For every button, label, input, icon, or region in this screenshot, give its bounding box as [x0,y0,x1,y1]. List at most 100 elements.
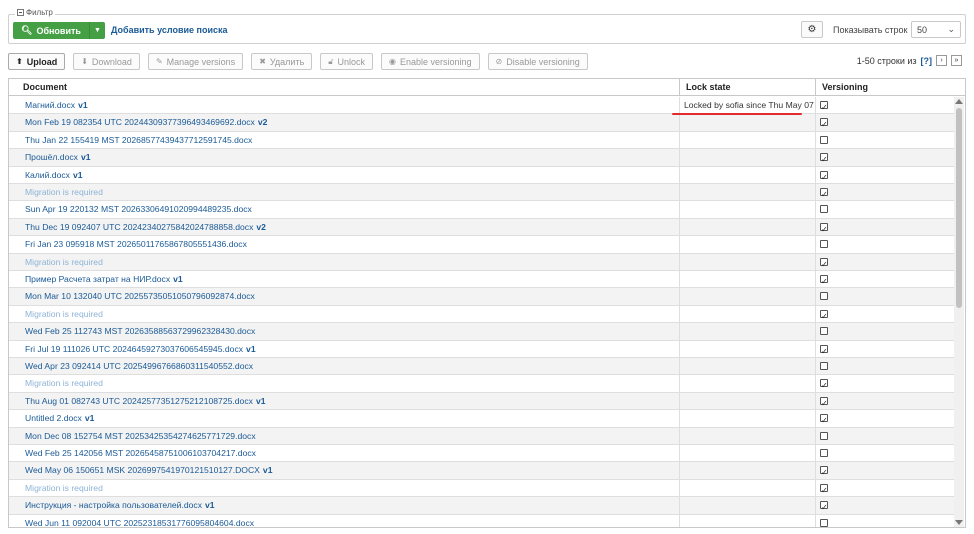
version-badge[interactable]: v1 [73,170,83,180]
table-row[interactable]: Прошёл.docx v1 [9,149,955,167]
document-name-link[interactable]: Wed Jun 11 092004 UTC 202523185317760958… [25,518,254,527]
versioning-checkbox[interactable] [820,377,828,392]
versioning-checkbox[interactable] [820,343,828,358]
document-name-link[interactable]: Mon Mar 10 132040 UTC 202557350510507960… [25,291,255,301]
versioning-checkbox[interactable] [820,292,828,301]
document-cell[interactable]: Wed Feb 25 112743 MST 202635885637299623… [25,323,675,340]
versioning-checkbox[interactable] [820,221,828,236]
document-name-link[interactable]: Sun Apr 19 220132 MST 202633064910209944… [25,204,252,214]
document-cell[interactable]: Thu Aug 01 082743 UTC 202425773512752121… [25,393,675,410]
table-row[interactable]: Migration is required [9,375,955,393]
versioning-checkbox[interactable] [820,116,828,131]
versioning-checkbox[interactable] [820,431,828,440]
table-row[interactable]: Wed Feb 25 112743 MST 202635885637299623… [9,323,955,341]
refresh-button[interactable]: 🔍︎ Обновить [13,22,90,39]
delete-button[interactable]: ✖ Удалить [251,53,313,70]
table-row[interactable]: Mon Feb 19 082354 UTC 202443093773964934… [9,114,955,132]
versioning-checkbox[interactable] [820,482,828,497]
versioning-checkbox[interactable] [820,273,828,288]
chevron-down-icon[interactable]: ▼ [89,22,105,39]
unlock-button[interactable]: 🔓︎ Unlock [320,53,373,70]
table-row[interactable]: Калий.docx v1 [9,166,955,184]
table-row[interactable]: Thu Dec 19 092407 UTC 202423402758420247… [9,218,955,237]
document-cell[interactable]: Migration is required [25,254,675,271]
document-name-link[interactable]: Wed Feb 25 142056 MST 202654587510061037… [25,448,256,458]
table-row[interactable]: Migration is required [9,305,955,324]
document-cell[interactable]: Калий.docx v1 [25,167,675,184]
document-cell[interactable]: Прошёл.docx v1 [25,149,675,166]
versioning-checkbox[interactable] [820,169,828,184]
version-badge[interactable]: v2 [256,222,266,232]
document-name-link[interactable]: Mon Feb 19 082354 UTC 202443093773964934… [25,117,255,127]
help-link[interactable]: [?] [921,56,933,66]
versioning-checkbox[interactable] [820,308,828,323]
document-name-link[interactable]: Thu Jan 22 155419 MST 202685774394377125… [25,135,252,145]
version-badge[interactable]: v1 [263,465,273,475]
document-cell[interactable]: Untitled 2.docx v1 [25,410,675,427]
versioning-checkbox[interactable] [820,499,828,514]
document-name-link[interactable]: Untitled 2.docx [25,413,82,423]
document-name-link[interactable]: Migration is required [25,483,103,493]
version-badge[interactable]: v1 [173,274,183,284]
next-page-button[interactable]: › [936,55,947,66]
versioning-checkbox[interactable] [820,327,828,336]
document-name-link[interactable]: Thu Aug 01 082743 UTC 202425773512752121… [25,396,253,406]
document-cell[interactable]: Wed May 06 150651 MSK 202699754197012151… [25,462,675,479]
versioning-checkbox[interactable] [820,99,828,114]
rows-per-page-select[interactable]: 50 ⌄ [911,21,961,38]
document-cell[interactable]: Thu Dec 19 092407 UTC 202423402758420247… [25,219,675,236]
table-row[interactable]: Wed Apr 23 092414 UTC 202549967668603115… [9,358,955,376]
last-page-button[interactable]: » [951,55,962,66]
table-row[interactable]: Магний.docx v1 Locked by sofia since Thu M… [9,97,955,115]
document-cell[interactable]: Пример Расчета затрат на НИР.docx v1 [25,271,675,288]
document-cell[interactable]: Fri Jul 19 111026 UTC 202464592730376065… [25,341,675,358]
column-header-versioning[interactable]: Versioning [815,79,955,96]
refresh-button-group[interactable]: 🔍︎ Обновить ▼ [13,22,105,39]
document-cell[interactable]: Wed Feb 25 142056 MST 202654587510061037… [25,445,675,462]
document-name-link[interactable]: Migration is required [25,257,103,267]
gear-icon[interactable]: ⚙ [801,21,823,38]
document-name-link[interactable]: Wed Apr 23 092414 UTC 202549967668603115… [25,361,253,371]
document-cell[interactable]: Fri Jan 23 095918 MST 202650117658678055… [25,236,675,253]
version-badge[interactable]: v1 [256,396,266,406]
document-name-link[interactable]: Wed Feb 25 112743 MST 202635885637299623… [25,326,255,336]
document-name-link[interactable]: Пример Расчета затрат на НИР.docx [25,274,170,284]
version-badge[interactable]: v1 [205,500,215,510]
document-name-link[interactable]: Инструкция - настройка пользователей.doc… [25,500,202,510]
versioning-checkbox[interactable] [820,449,828,457]
table-row[interactable]: Wed May 06 150651 MSK 202699754197012151… [9,462,955,480]
document-name-link[interactable]: Migration is required [25,378,103,388]
document-cell[interactable]: Wed Apr 23 092414 UTC 202549967668603115… [25,358,675,375]
table-row[interactable]: Mon Mar 10 132040 UTC 202557350510507960… [9,288,955,306]
versioning-checkbox[interactable] [820,205,828,214]
upload-button[interactable]: ⬆ Upload [8,53,66,70]
document-cell[interactable]: Магний.docx v1 [25,97,675,114]
table-row[interactable]: Sun Apr 19 220132 MST 202633064910209944… [9,201,955,219]
document-cell[interactable]: Mon Feb 19 082354 UTC 202443093773964934… [25,114,675,131]
table-row[interactable]: Fri Jul 19 111026 UTC 202464592730376065… [9,340,955,358]
versioning-checkbox[interactable] [820,412,828,427]
versioning-checkbox[interactable] [820,518,828,527]
document-name-link[interactable]: Калий.docx [25,170,70,180]
versioning-checkbox[interactable] [820,464,828,479]
table-row[interactable]: Thu Aug 01 082743 UTC 202425773512752121… [9,392,955,411]
table-row[interactable]: Wed Feb 25 142056 MST 202654587510061037… [9,445,955,463]
document-name-link[interactable]: Fri Jul 19 111026 UTC 202464592730376065… [25,344,243,354]
document-name-link[interactable]: Migration is required [25,309,103,319]
document-cell[interactable]: Migration is required [25,306,675,323]
versioning-checkbox[interactable] [820,256,828,271]
document-cell[interactable]: Wed Jun 11 092004 UTC 202523185317760958… [25,515,675,527]
versioning-checkbox[interactable] [820,395,828,410]
document-name-link[interactable]: Wed May 06 150651 MSK 202699754197012151… [25,465,260,475]
document-cell[interactable]: Mon Mar 10 132040 UTC 202557350510507960… [25,288,675,305]
column-header-document[interactable]: Document [17,79,679,96]
document-cell[interactable]: Инструкция - настройка пользователей.doc… [25,497,675,514]
document-name-link[interactable]: Прошёл.docx [25,152,78,162]
versioning-checkbox[interactable] [820,240,828,249]
table-row[interactable]: Migration is required [9,253,955,271]
scroll-up-icon[interactable] [955,99,963,104]
versioning-checkbox[interactable] [820,135,828,144]
table-row[interactable]: Mon Dec 08 152754 MST 202534253542746257… [9,427,955,445]
table-row[interactable]: Migration is required [9,184,955,202]
table-row[interactable]: Wed Jun 11 092004 UTC 202523185317760958… [9,514,955,527]
